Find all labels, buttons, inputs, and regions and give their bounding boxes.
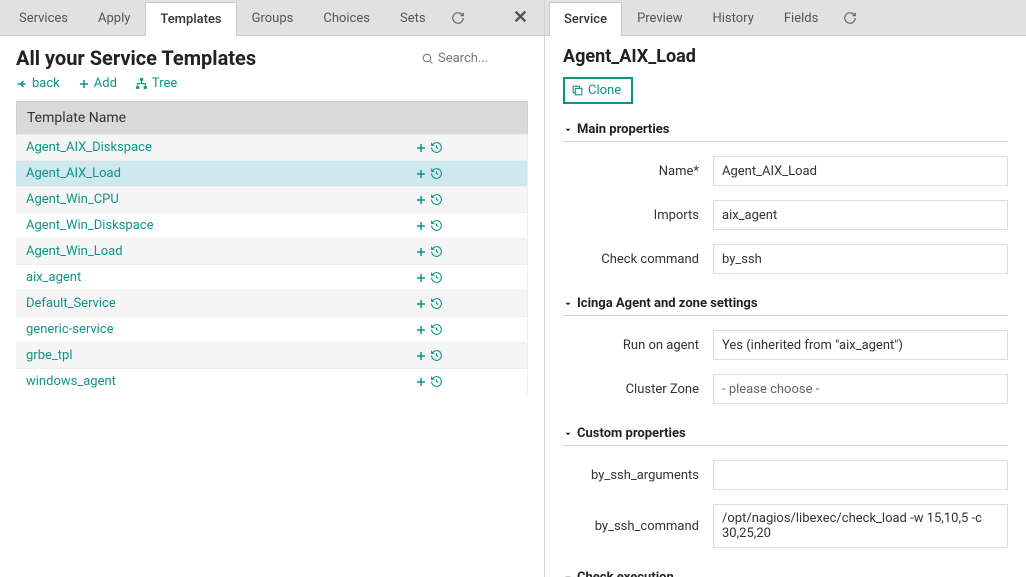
field-value[interactable]: /opt/nagios/libexec/check_load -w 15,10,…	[713, 504, 1008, 548]
tab-fields[interactable]: Fields	[769, 1, 833, 35]
table-row[interactable]: windows_agent	[16, 368, 527, 394]
refresh-icon[interactable]	[441, 11, 475, 25]
table-row[interactable]: Agent_AIX_Diskspace	[16, 134, 527, 160]
table-row[interactable]: Agent_Win_Diskspace	[16, 212, 527, 238]
search-icon	[421, 52, 434, 65]
caret-down-icon	[563, 426, 573, 441]
add-icon[interactable]	[415, 192, 427, 207]
history-icon[interactable]	[430, 374, 443, 389]
field-value[interactable]	[713, 460, 1008, 490]
field-label: Name*	[563, 164, 713, 179]
history-icon[interactable]	[430, 218, 443, 233]
template-name-link[interactable]: grbe_tpl	[26, 348, 415, 363]
section-header[interactable]: Icinga Agent and zone settings	[563, 296, 1008, 316]
plus-icon	[78, 78, 90, 90]
tab-services[interactable]: Services	[4, 1, 83, 35]
add-icon[interactable]	[415, 244, 427, 259]
template-name-link[interactable]: Agent_AIX_Diskspace	[26, 140, 415, 155]
template-name-link[interactable]: aix_agent	[26, 270, 415, 285]
template-name-link[interactable]: Default_Service	[26, 296, 415, 311]
table-row[interactable]: aix_agent	[16, 264, 527, 290]
add-icon[interactable]	[415, 218, 427, 233]
tree-icon	[135, 77, 148, 90]
field-label: Cluster Zone	[563, 382, 713, 397]
form-row: Run on agentYes (inherited from "aix_age…	[563, 330, 1008, 360]
tab-choices[interactable]: Choices	[308, 1, 385, 35]
table-row[interactable]: Agent_AIX_Load	[16, 160, 527, 186]
tab-history[interactable]: History	[697, 1, 768, 35]
back-link[interactable]: back	[16, 76, 60, 91]
template-name-link[interactable]: Agent_Win_Diskspace	[26, 218, 415, 233]
caret-down-icon	[563, 570, 573, 577]
add-icon[interactable]	[415, 166, 427, 181]
add-icon[interactable]	[415, 140, 427, 155]
clone-icon	[571, 84, 584, 97]
section-header[interactable]: Main properties	[563, 122, 1008, 142]
history-icon[interactable]	[430, 348, 443, 363]
history-icon[interactable]	[430, 140, 443, 155]
template-name-link[interactable]: windows_agent	[26, 374, 415, 389]
tab-groups[interactable]: Groups	[237, 1, 309, 35]
field-value[interactable]: - please choose -	[713, 374, 1008, 404]
field-value[interactable]: aix_agent	[713, 200, 1008, 230]
template-name-link[interactable]: Agent_Win_CPU	[26, 192, 415, 207]
right-tabbar: ServicePreviewHistoryFields	[545, 0, 1026, 36]
add-icon[interactable]	[415, 374, 427, 389]
field-value[interactable]: Yes (inherited from "aix_agent")	[713, 330, 1008, 360]
form-row: Check commandby_ssh	[563, 244, 1008, 274]
search-input[interactable]	[438, 51, 528, 66]
add-icon[interactable]	[415, 296, 427, 311]
arrow-left-icon	[16, 78, 28, 90]
template-name-link[interactable]: Agent_Win_Load	[26, 244, 415, 259]
field-label: by_ssh_command	[563, 519, 713, 534]
close-icon[interactable]: ✕	[497, 7, 544, 28]
history-icon[interactable]	[430, 192, 443, 207]
form-row: by_ssh_arguments	[563, 460, 1008, 490]
clone-button[interactable]: Clone	[563, 77, 633, 104]
refresh-icon[interactable]	[833, 11, 867, 25]
tab-service[interactable]: Service	[549, 2, 622, 36]
search-box[interactable]	[421, 51, 528, 66]
caret-down-icon	[563, 296, 573, 311]
table-row[interactable]: Default_Service	[16, 290, 527, 316]
history-icon[interactable]	[430, 244, 443, 259]
table-row[interactable]: Agent_Win_Load	[16, 238, 527, 264]
field-value[interactable]: Agent_AIX_Load	[713, 156, 1008, 186]
tab-apply[interactable]: Apply	[83, 1, 145, 35]
field-label: Run on agent	[563, 338, 713, 353]
form-row: Name*Agent_AIX_Load	[563, 156, 1008, 186]
tree-link[interactable]: Tree	[135, 76, 177, 91]
template-name-link[interactable]: generic-service	[26, 322, 415, 337]
section-header[interactable]: Check execution	[563, 570, 1008, 577]
left-tabbar: ServicesApplyTemplatesGroupsChoicesSets …	[0, 0, 544, 36]
table-header: Template Name	[16, 101, 528, 134]
page-title: All your Service Templates	[16, 46, 256, 70]
detail-title: Agent_AIX_Load	[563, 46, 1008, 67]
tab-templates[interactable]: Templates	[145, 2, 236, 36]
add-icon[interactable]	[415, 348, 427, 363]
history-icon[interactable]	[430, 296, 443, 311]
add-icon[interactable]	[415, 270, 427, 285]
table-row[interactable]: generic-service	[16, 316, 527, 342]
add-icon[interactable]	[415, 322, 427, 337]
tab-preview[interactable]: Preview	[622, 1, 697, 35]
table-row[interactable]: grbe_tpl	[16, 342, 527, 368]
history-icon[interactable]	[430, 270, 443, 285]
template-table: Agent_AIX_Diskspace Agent_AIX_Load Agent_W…	[16, 134, 528, 394]
form-row: Cluster Zone- please choose -	[563, 374, 1008, 404]
template-name-link[interactable]: Agent_AIX_Load	[26, 166, 415, 181]
history-icon[interactable]	[430, 166, 443, 181]
form-row: by_ssh_command/opt/nagios/libexec/check_…	[563, 504, 1008, 548]
field-value[interactable]: by_ssh	[713, 244, 1008, 274]
field-label: Imports	[563, 208, 713, 223]
section-header[interactable]: Custom properties	[563, 426, 1008, 446]
field-label: by_ssh_arguments	[563, 468, 713, 483]
table-row[interactable]: Agent_Win_CPU	[16, 186, 527, 212]
field-label: Check command	[563, 252, 713, 267]
add-link[interactable]: Add	[78, 76, 117, 91]
tab-sets[interactable]: Sets	[385, 1, 441, 35]
caret-down-icon	[563, 122, 573, 137]
history-icon[interactable]	[430, 322, 443, 337]
form-row: Importsaix_agent	[563, 200, 1008, 230]
